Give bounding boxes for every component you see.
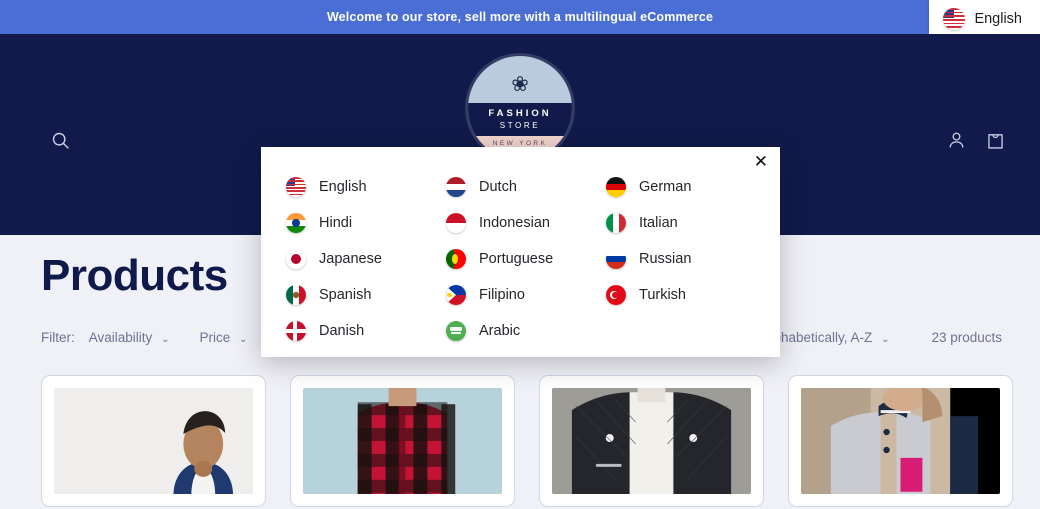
philippines-flag-icon	[446, 285, 466, 305]
language-option-danish[interactable]: Danish	[286, 313, 446, 349]
language-label: German	[639, 179, 692, 195]
search-icon[interactable]	[50, 130, 71, 156]
language-option-indonesian[interactable]: Indonesian	[446, 205, 606, 241]
denmark-flag-icon	[286, 321, 306, 341]
language-switcher-button[interactable]: English	[929, 0, 1040, 38]
account-person-icon[interactable]	[946, 130, 967, 156]
product-card-2[interactable]	[290, 375, 515, 507]
language-column-3: German Italian Russian Turkish	[606, 169, 766, 349]
sort-by-select[interactable]: lphabetically, A-Z ⌄	[770, 330, 889, 345]
mexico-flag-icon	[286, 285, 306, 305]
store-page: Welcome to our store, sell more with a m…	[0, 0, 1040, 509]
shopping-bag-icon[interactable]	[985, 130, 1006, 156]
product-grid	[41, 375, 1013, 507]
language-label: Hindi	[319, 215, 353, 231]
us-flag-icon	[286, 177, 306, 197]
filter-label: Filter:	[41, 330, 75, 345]
language-option-german[interactable]: German	[606, 169, 766, 205]
language-option-russian[interactable]: Russian	[606, 241, 766, 277]
logo-sprig-icon: ❀	[511, 73, 529, 96]
language-option-portuguese[interactable]: Portuguese	[446, 241, 606, 277]
language-label: Danish	[319, 323, 365, 339]
italy-flag-icon	[606, 213, 626, 233]
language-label: Dutch	[479, 179, 517, 195]
logo-line2: STORE	[499, 121, 541, 130]
indonesia-flag-icon	[446, 213, 466, 233]
store-logo[interactable]: ❀ FASHION STORE NEW YORK	[468, 56, 572, 160]
language-option-hindi[interactable]: Hindi	[286, 205, 446, 241]
language-option-english[interactable]: English	[286, 169, 446, 205]
us-flag-icon	[943, 8, 966, 30]
man-in-blue-jacket-photo	[54, 388, 253, 494]
chevron-down-icon: ⌄	[881, 334, 890, 345]
logo-brand: FASHION STORE	[468, 103, 572, 136]
logo-line1: FASHION	[488, 108, 552, 119]
language-label: Russian	[639, 251, 692, 267]
language-switcher-label: English	[974, 11, 1022, 27]
language-label: Indonesian	[479, 215, 550, 231]
language-label: Portuguese	[479, 251, 554, 267]
portugal-flag-icon	[446, 249, 466, 269]
language-label: English	[319, 179, 367, 195]
language-label: Arabic	[479, 323, 521, 339]
india-flag-icon	[286, 213, 306, 233]
product-card-3[interactable]	[539, 375, 764, 507]
language-option-dutch[interactable]: Dutch	[446, 169, 606, 205]
black-quilted-leather-jacket-photo	[552, 388, 751, 494]
filter-price[interactable]: Price ⌄	[199, 330, 247, 345]
language-label: Spanish	[319, 287, 372, 303]
chevron-down-icon: ⌄	[161, 334, 170, 345]
language-column-1: English Hindi Japanese Spanish Danish	[286, 169, 446, 349]
announcement-bar: Welcome to our store, sell more with a m…	[0, 0, 1040, 34]
header-actions	[946, 130, 1006, 156]
russia-flag-icon	[606, 249, 626, 269]
filter-availability[interactable]: Availability ⌄	[89, 330, 170, 345]
announcement-text: Welcome to our store, sell more with a m…	[326, 10, 714, 24]
product-card-1[interactable]	[41, 375, 266, 507]
chevron-down-icon: ⌄	[238, 334, 248, 345]
filter-availability-label: Availability	[88, 330, 153, 345]
language-column-2: Dutch Indonesian Portuguese Filipino Ara…	[446, 169, 606, 349]
red-black-plaid-shirt-photo	[303, 388, 502, 494]
filter-price-label: Price	[199, 330, 231, 345]
language-label: Turkish	[639, 287, 686, 303]
language-label: Filipino	[479, 287, 525, 303]
sort-by-value: lphabetically, A-Z	[770, 330, 873, 345]
language-columns: English Hindi Japanese Spanish Danish Du…	[286, 169, 766, 349]
language-option-japanese[interactable]: Japanese	[286, 241, 446, 277]
arabic-flag-icon	[446, 321, 466, 341]
netherlands-flag-icon	[446, 177, 466, 197]
grey-varsity-jacket-photo	[801, 388, 1000, 494]
germany-flag-icon	[606, 177, 626, 197]
language-option-filipino[interactable]: Filipino	[446, 277, 606, 313]
language-label: Japanese	[319, 251, 382, 267]
language-option-arabic[interactable]: Arabic	[446, 313, 606, 349]
product-card-4[interactable]	[788, 375, 1013, 507]
language-option-turkish[interactable]: Turkish	[606, 277, 766, 313]
page-title: Products	[41, 251, 228, 300]
product-count: 23 products	[931, 330, 1002, 345]
language-option-italian[interactable]: Italian	[606, 205, 766, 241]
language-option-spanish[interactable]: Spanish	[286, 277, 446, 313]
language-label: Italian	[639, 215, 678, 231]
turkey-flag-icon	[606, 285, 626, 305]
language-selection-modal: ✕ English Hindi Japanese Spanish Danish …	[261, 147, 780, 357]
japan-flag-icon	[286, 249, 306, 269]
